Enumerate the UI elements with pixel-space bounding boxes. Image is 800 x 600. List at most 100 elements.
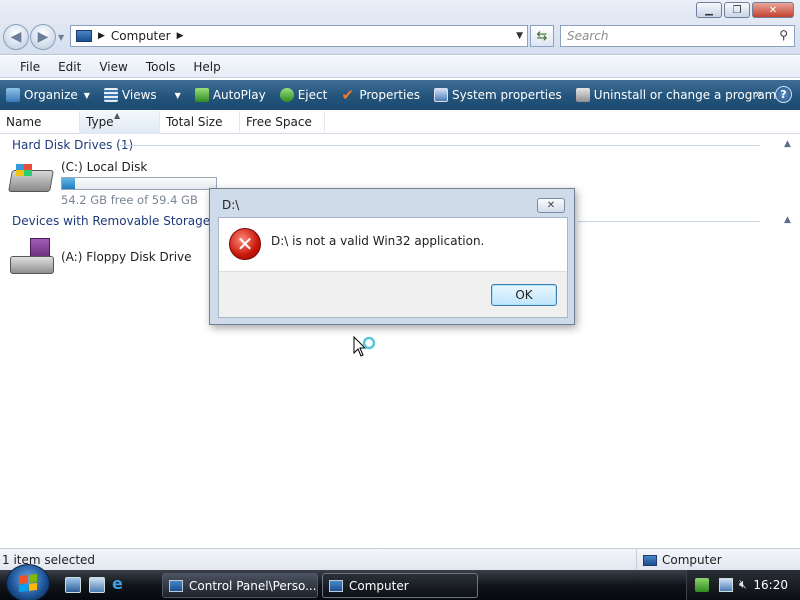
menu-view[interactable]: View [97, 60, 129, 74]
switch-windows-icon[interactable] [89, 577, 105, 593]
drive-c-capacity-bar [61, 177, 217, 190]
drive-item-c[interactable]: (C:) Local Disk 54.2 GB free of 59.4 GB [8, 160, 217, 207]
help-icon[interactable]: ? [775, 86, 792, 103]
column-free-space[interactable]: Free Space [240, 110, 325, 134]
eject-button[interactable]: Eject [279, 88, 328, 102]
system-properties-label: System properties [451, 88, 562, 102]
system-properties-button[interactable]: System properties [433, 88, 562, 102]
computer-icon [76, 30, 92, 42]
error-dialog: D:\ ✕ ✕ D:\ is not a valid Win32 applica… [209, 188, 575, 325]
status-location: Computer [636, 549, 722, 571]
computer-icon [329, 579, 343, 592]
task-computer-label: Computer [349, 578, 409, 593]
organize-dropdown-icon: ▼ [83, 90, 90, 100]
show-desktop-icon[interactable] [65, 577, 81, 593]
dialog-body: ✕ D:\ is not a valid Win32 application. … [218, 217, 568, 318]
back-arrow-icon: ◀ [10, 29, 22, 45]
search-input[interactable]: Search ⚲ [560, 25, 795, 47]
column-total-size[interactable]: Total Size [160, 110, 240, 134]
floppy-drive-icon [8, 238, 54, 276]
uninstall-program-button[interactable]: Uninstall or change a program [575, 88, 777, 102]
eject-label: Eject [297, 88, 328, 102]
busy-cursor-icon [353, 336, 376, 357]
back-button[interactable]: ◀ [3, 24, 29, 50]
history-dropdown-icon[interactable]: ▼ [58, 33, 64, 42]
task-control-panel[interactable]: Control Panel\Perso... [162, 573, 318, 598]
organize-label: Organize [24, 88, 78, 102]
maximize-button[interactable]: ❐ [724, 2, 750, 18]
properties-button[interactable]: ✔ Properties [341, 88, 420, 103]
menu-help[interactable]: Help [191, 60, 222, 74]
breadcrumb-chevron-icon[interactable]: ▶ [177, 31, 184, 41]
dialog-message: D:\ is not a valid Win32 application. [271, 234, 485, 248]
column-name[interactable]: Name [0, 110, 80, 134]
system-tray: 🔇︎ 16:20 [686, 570, 800, 600]
drive-c-free-space: 54.2 GB free of 59.4 GB [61, 193, 198, 207]
security-center-icon[interactable] [695, 578, 709, 592]
eject-icon [279, 88, 294, 102]
group-hard-disk-drives[interactable]: Hard Disk Drives (1) [12, 138, 133, 152]
internet-explorer-icon[interactable]: e [112, 574, 128, 593]
search-placeholder: Search [567, 29, 609, 43]
start-button[interactable] [6, 564, 50, 600]
refresh-button[interactable]: ⇆ [530, 25, 554, 47]
address-dropdown-icon[interactable]: ▼ [516, 31, 523, 41]
capacity-fill [62, 178, 76, 189]
search-icon[interactable]: ⚲ [779, 28, 788, 42]
column-type-label: Type [86, 114, 114, 129]
minimize-button[interactable]: ▁ [696, 2, 722, 18]
window-controls: ▁ ❐ ✕ [696, 2, 794, 18]
autoplay-button[interactable]: AutoPlay [194, 88, 266, 102]
dialog-title: D:\ [222, 198, 240, 212]
menu-edit[interactable]: Edit [56, 60, 83, 74]
windows-logo-icon [19, 574, 37, 592]
sort-ascending-icon: ▲ [114, 110, 121, 120]
breadcrumb-computer[interactable]: Computer [111, 29, 171, 43]
drive-a-label: (A:) Floppy Disk Drive [61, 250, 192, 264]
group-divider [578, 221, 760, 222]
collapse-group-icon[interactable]: ▲ [784, 215, 791, 225]
views-button[interactable]: Views ▼ [103, 88, 181, 102]
clock[interactable]: 16:20 [753, 578, 788, 592]
drive-item-a[interactable]: (A:) Floppy Disk Drive [8, 238, 192, 276]
organize-button[interactable]: Organize ▼ [6, 88, 90, 102]
volume-muted-icon[interactable]: 🔇︎ [739, 577, 753, 591]
drive-c-label: (C:) Local Disk [61, 160, 148, 174]
more-commands-icon[interactable]: » [755, 87, 762, 101]
control-panel-icon [169, 579, 183, 592]
uninstall-label: Uninstall or change a program [593, 88, 777, 102]
windows-logo-icon [16, 164, 32, 176]
autoplay-label: AutoPlay [212, 88, 266, 102]
group-removable-storage[interactable]: Devices with Removable Storage (2) [12, 214, 231, 228]
menu-file[interactable]: File [18, 60, 42, 74]
menu-tools[interactable]: Tools [144, 60, 178, 74]
properties-label: Properties [359, 88, 420, 102]
taskbar: e Control Panel\Perso... Computer 🔇︎ 16:… [0, 564, 800, 600]
close-window-button[interactable]: ✕ [752, 2, 794, 18]
collapse-group-icon[interactable]: ▲ [784, 139, 791, 149]
computer-icon [643, 554, 657, 566]
status-location-label: Computer [662, 553, 722, 567]
autoplay-icon [194, 88, 209, 102]
network-icon[interactable] [719, 578, 733, 592]
organize-icon [6, 88, 20, 102]
task-computer[interactable]: Computer [322, 573, 478, 598]
breadcrumb-separator-icon[interactable]: ▶ [98, 31, 105, 41]
status-selection-count: 1 item selected [2, 553, 96, 567]
column-headers: Name ▲ Type Total Size Free Space [0, 110, 800, 134]
column-type[interactable]: ▲ Type [80, 110, 160, 134]
uninstall-icon [575, 88, 590, 102]
views-label: Views [121, 88, 157, 102]
views-icon [103, 88, 118, 102]
address-bar[interactable]: ▶ Computer ▶ ▼ [70, 25, 528, 47]
window-chrome: ▁ ❐ ✕ ◀ ▶ ▼ ▶ Computer ▶ ▼ ⇆ Search ⚲ [0, 0, 800, 55]
group-divider [120, 145, 760, 146]
status-bar: 1 item selected Computer [0, 548, 800, 571]
views-dropdown-icon: ▼ [174, 90, 181, 100]
forward-button[interactable]: ▶ [30, 24, 56, 50]
forward-arrow-icon: ▶ [37, 29, 49, 45]
dialog-close-button[interactable]: ✕ [537, 198, 565, 213]
error-icon: ✕ [229, 228, 261, 260]
ok-button[interactable]: OK [491, 284, 557, 306]
dialog-footer: OK [219, 271, 567, 317]
